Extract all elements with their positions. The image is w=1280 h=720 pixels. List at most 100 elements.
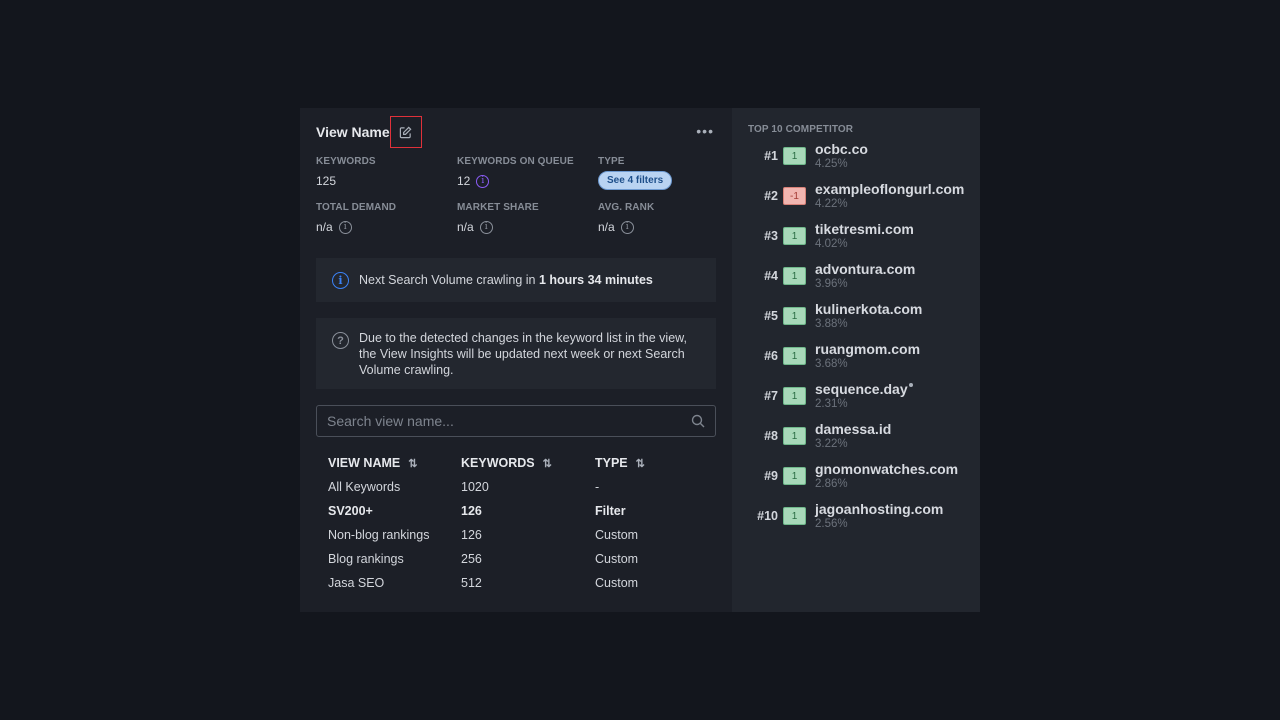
stat-value: n/a (457, 220, 474, 234)
competitor-item[interactable]: #7 1 sequence.day 2.31% (748, 381, 980, 421)
column-label: KEYWORDS (461, 456, 535, 470)
competitor-share: 3.88% (815, 318, 848, 330)
sort-icon[interactable]: ⇅ (636, 458, 645, 470)
table-row[interactable]: Blog rankings 256 Custom (328, 547, 715, 571)
competitor-domain: tiketresmi.com (815, 221, 914, 237)
competitor-share: 4.22% (815, 198, 848, 210)
competitor-domain-text: tiketresmi.com (815, 221, 914, 237)
stat-type: TYPE See 4 filters (598, 156, 716, 190)
stat-label: KEYWORDS (316, 156, 376, 167)
competitor-info: sequence.day 2.31% (815, 381, 913, 412)
competitor-info: advontura.com 3.96% (815, 261, 915, 292)
competitor-domain: gnomonwatches.com (815, 461, 958, 477)
competitor-share: 3.96% (815, 278, 848, 290)
column-label: VIEW NAME (328, 456, 401, 470)
competitor-rank: #8 (764, 429, 778, 443)
competitor-domain-text: jagoanhosting.com (815, 501, 944, 517)
cell-type: Custom (595, 552, 639, 566)
column-header-view-name[interactable]: VIEW NAME ⇅ (328, 455, 461, 475)
competitor-list: #1 1 ocbc.co 4.25% #2 -1 exampleoflongurl.com 4… (748, 141, 980, 541)
stat-value: 125 (316, 174, 337, 188)
competitor-share: 4.25% (815, 158, 848, 170)
competitor-item[interactable]: #2 -1 exampleoflongurl.com 4.22% (748, 181, 980, 221)
cell-keywords: 126 (461, 504, 482, 518)
competitor-share: 4.02% (815, 238, 848, 250)
competitor-item[interactable]: #1 1 ocbc.co 4.25% (748, 141, 980, 181)
competitor-domain: ocbc.co (815, 141, 868, 157)
competitor-domain-text: gnomonwatches.com (815, 461, 959, 477)
competitor-share: 2.86% (815, 478, 848, 490)
info-icon[interactable]: i (620, 220, 634, 234)
stat-label: TYPE (598, 156, 625, 167)
column-header-type[interactable]: TYPE ⇅ (595, 455, 715, 475)
cell-keywords: 512 (461, 576, 482, 590)
cell-type: Custom (595, 576, 639, 590)
sort-icon[interactable]: ⇅ (408, 458, 417, 470)
info-icon: i (332, 271, 349, 289)
search-icon[interactable] (691, 414, 705, 428)
cell-keywords: 256 (461, 552, 482, 566)
competitor-domain: sequence.day (815, 381, 913, 397)
competitor-item[interactable]: #6 1 ruangmom.com 3.68% (748, 341, 980, 381)
competitor-title: TOP 10 COMPETITOR (748, 124, 854, 135)
rank-change-badge: 1 (783, 427, 806, 445)
view-panel: View Name ••• KEYWORDS 125 KEYWORDS ON Q… (300, 108, 732, 612)
info-icon[interactable]: i (338, 220, 352, 234)
stat-keywords-on-queue: KEYWORDS ON QUEUE 12 i (457, 156, 598, 188)
competitor-rank: #1 (764, 149, 778, 163)
stat-value: 12 (457, 174, 471, 188)
notice-countdown: 1 hours 34 minutes (538, 273, 653, 287)
table-row[interactable]: All Keywords 1020 - (328, 475, 715, 499)
competitor-item[interactable]: #9 1 gnomonwatches.com 2.86% (748, 461, 980, 501)
rank-change-badge: -1 (783, 187, 806, 205)
competitor-domain: jagoanhosting.com (815, 501, 943, 517)
stat-value: n/a (316, 220, 333, 234)
table-row[interactable]: Non-blog rankings 126 Custom (328, 523, 715, 547)
info-icon[interactable]: i (479, 220, 493, 234)
info-icon[interactable]: i (476, 174, 490, 188)
table-row[interactable]: SV200+ 126 Filter (328, 499, 715, 523)
cell-keywords: 126 (461, 528, 482, 542)
competitor-rank: #4 (764, 269, 778, 283)
edit-icon (399, 126, 412, 138)
competitor-item[interactable]: #3 1 tiketresmi.com 4.02% (748, 221, 980, 261)
competitor-item[interactable]: #5 1 kulinerkota.com 3.88% (748, 301, 980, 341)
competitor-info: exampleoflongurl.com 4.22% (815, 181, 964, 212)
stat-label: MARKET SHARE (457, 202, 539, 213)
notice-text-main: Next Search Volume crawling in (359, 273, 539, 287)
competitor-domain-text: damessa.id (815, 421, 892, 437)
competitor-share: 2.31% (815, 398, 848, 410)
update-notice-text: Due to the detected changes in the keywo… (359, 331, 687, 377)
update-notice: ? Due to the detected changes in the key… (316, 318, 716, 389)
help-icon: ? (332, 332, 349, 349)
sort-icon[interactable]: ⇅ (543, 458, 552, 470)
cell-type: - (595, 480, 600, 494)
notice-text: Next Search Volume crawling in 1 hours 3… (359, 273, 653, 287)
competitor-rank: #9 (764, 469, 778, 483)
table-row[interactable]: Jasa SEO 512 Custom (328, 571, 715, 595)
stat-label: TOTAL DEMAND (316, 202, 397, 213)
competitor-domain-text: sequence.day (815, 381, 908, 397)
competitor-domain-text: advontura.com (815, 261, 916, 277)
search-input[interactable] (327, 413, 691, 429)
competitor-domain-text: exampleoflongurl.com (815, 181, 965, 197)
rank-change-badge: 1 (783, 267, 806, 285)
competitor-item[interactable]: #10 1 jagoanhosting.com 2.56% (748, 501, 980, 541)
competitor-item[interactable]: #4 1 advontura.com 3.96% (748, 261, 980, 301)
competitor-info: damessa.id 3.22% (815, 421, 891, 452)
rank-change-badge: 1 (783, 227, 806, 245)
competitor-domain: ruangmom.com (815, 341, 920, 357)
competitor-rank: #3 (764, 229, 778, 243)
more-options-button[interactable]: ••• (696, 124, 714, 138)
competitor-info: ocbc.co 4.25% (815, 141, 868, 172)
competitor-domain: advontura.com (815, 261, 915, 277)
competitor-rank: #7 (764, 389, 778, 403)
rank-change-badge: 1 (783, 507, 806, 525)
column-header-keywords[interactable]: KEYWORDS ⇅ (461, 455, 595, 475)
see-filters-button[interactable]: See 4 filters (598, 170, 673, 190)
competitor-item[interactable]: #8 1 damessa.id 3.22% (748, 421, 980, 461)
cell-view-name: All Keywords (328, 480, 401, 494)
views-table: VIEW NAME ⇅ KEYWORDS ⇅ TYPE ⇅ All Keywords … (328, 455, 715, 595)
edit-view-name-button[interactable] (389, 116, 422, 148)
competitor-info: ruangmom.com 3.68% (815, 341, 920, 372)
